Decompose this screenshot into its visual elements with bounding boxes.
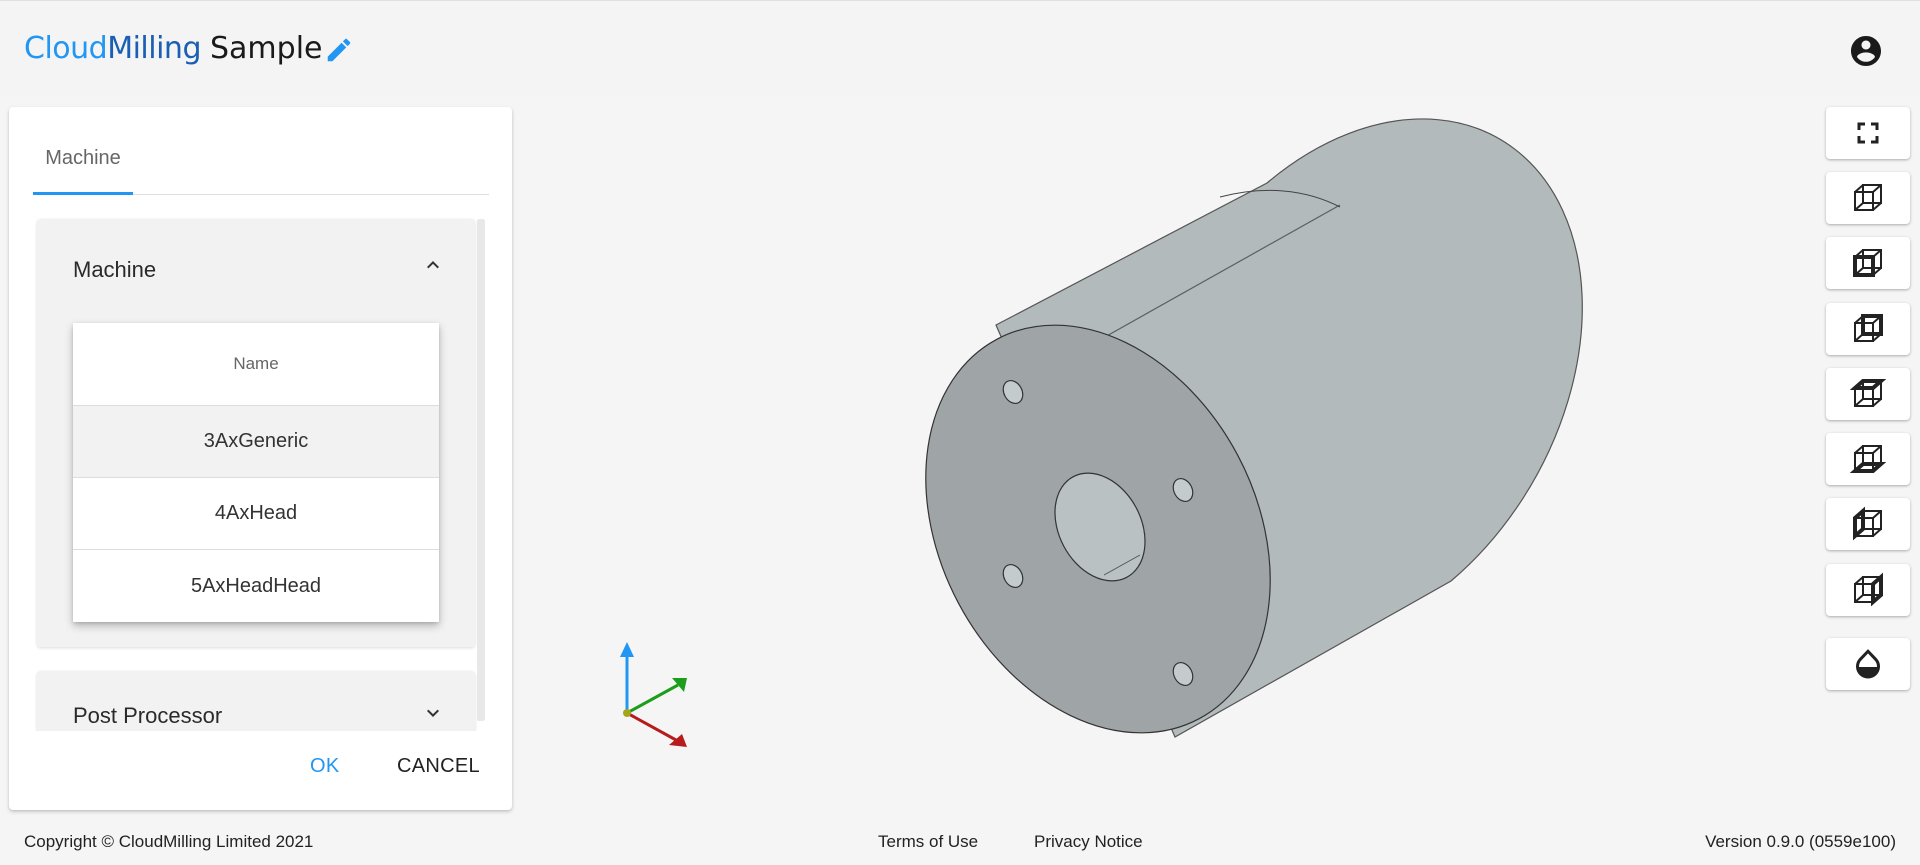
- brand-cloud: Cloud: [24, 31, 108, 66]
- table-row[interactable]: 5AxHeadHead: [73, 550, 439, 622]
- table-row[interactable]: 3AxGeneric: [73, 406, 439, 478]
- fullscreen-icon: [1857, 122, 1879, 144]
- machine-accordion: Machine Name 3AxGeneric 4AxHead 5AxHeadH…: [37, 219, 475, 647]
- back-view-button[interactable]: [1826, 303, 1910, 355]
- project-title: Sample: [210, 31, 323, 66]
- panel-scroll-area[interactable]: Machine Name 3AxGeneric 4AxHead 5AxHeadH…: [35, 213, 485, 731]
- privacy-link[interactable]: Privacy Notice: [1034, 832, 1143, 852]
- copyright-text: Copyright © CloudMilling Limited 2021: [24, 832, 314, 851]
- material-button[interactable]: [1826, 638, 1910, 690]
- back-view-icon: [1854, 314, 1883, 342]
- axis-y: [626, 683, 679, 715]
- pencil-icon[interactable]: [324, 35, 354, 65]
- chevron-up-icon[interactable]: [421, 253, 445, 277]
- iso-view-icon: [1854, 184, 1882, 211]
- front-view-button[interactable]: [1826, 237, 1910, 289]
- terms-link[interactable]: Terms of Use: [878, 832, 978, 852]
- version-text: Version 0.9.0 (0559e100): [1705, 832, 1896, 851]
- right-view-icon: [1854, 572, 1883, 607]
- machine-table: Name 3AxGeneric 4AxHead 5AxHeadHead: [73, 323, 439, 622]
- bottom-view-button[interactable]: [1826, 433, 1910, 485]
- machine-settings-panel: Machine Machine Name 3AxGeneric 4AxHead …: [9, 107, 512, 810]
- panel-scrollbar[interactable]: [477, 219, 485, 721]
- top-view-icon: [1850, 379, 1886, 407]
- account-circle-icon[interactable]: [1848, 33, 1884, 69]
- iso-view-button[interactable]: [1826, 172, 1910, 224]
- ok-button[interactable]: OK: [310, 755, 340, 778]
- table-header-name[interactable]: Name: [73, 323, 439, 406]
- front-view-icon: [1853, 249, 1882, 277]
- tab-machine[interactable]: Machine: [33, 125, 133, 195]
- fullscreen-button[interactable]: [1826, 107, 1910, 159]
- cancel-button[interactable]: CANCEL: [397, 755, 480, 778]
- right-view-button[interactable]: [1826, 564, 1910, 616]
- table-row[interactable]: 4AxHead: [73, 478, 439, 550]
- axis-x: [626, 711, 677, 742]
- brand-milling: Milling: [107, 31, 201, 66]
- top-view-button[interactable]: [1826, 368, 1910, 420]
- panel-tabs: Machine: [33, 125, 489, 195]
- app-header: CloudMilling Sample: [0, 0, 1920, 97]
- left-view-button[interactable]: [1826, 498, 1910, 550]
- left-view-icon: [1853, 506, 1882, 541]
- post-processor-accordion-title[interactable]: Post Processor: [73, 703, 222, 729]
- post-processor-accordion: Post Processor: [37, 671, 475, 731]
- app-footer: Copyright © CloudMilling Limited 2021 Te…: [0, 817, 1920, 865]
- chevron-down-icon[interactable]: [421, 701, 445, 725]
- machine-accordion-title[interactable]: Machine: [73, 257, 156, 283]
- material-drop-icon: [1856, 649, 1880, 679]
- app-logo[interactable]: CloudMilling: [24, 31, 201, 66]
- bottom-view-icon: [1850, 445, 1886, 473]
